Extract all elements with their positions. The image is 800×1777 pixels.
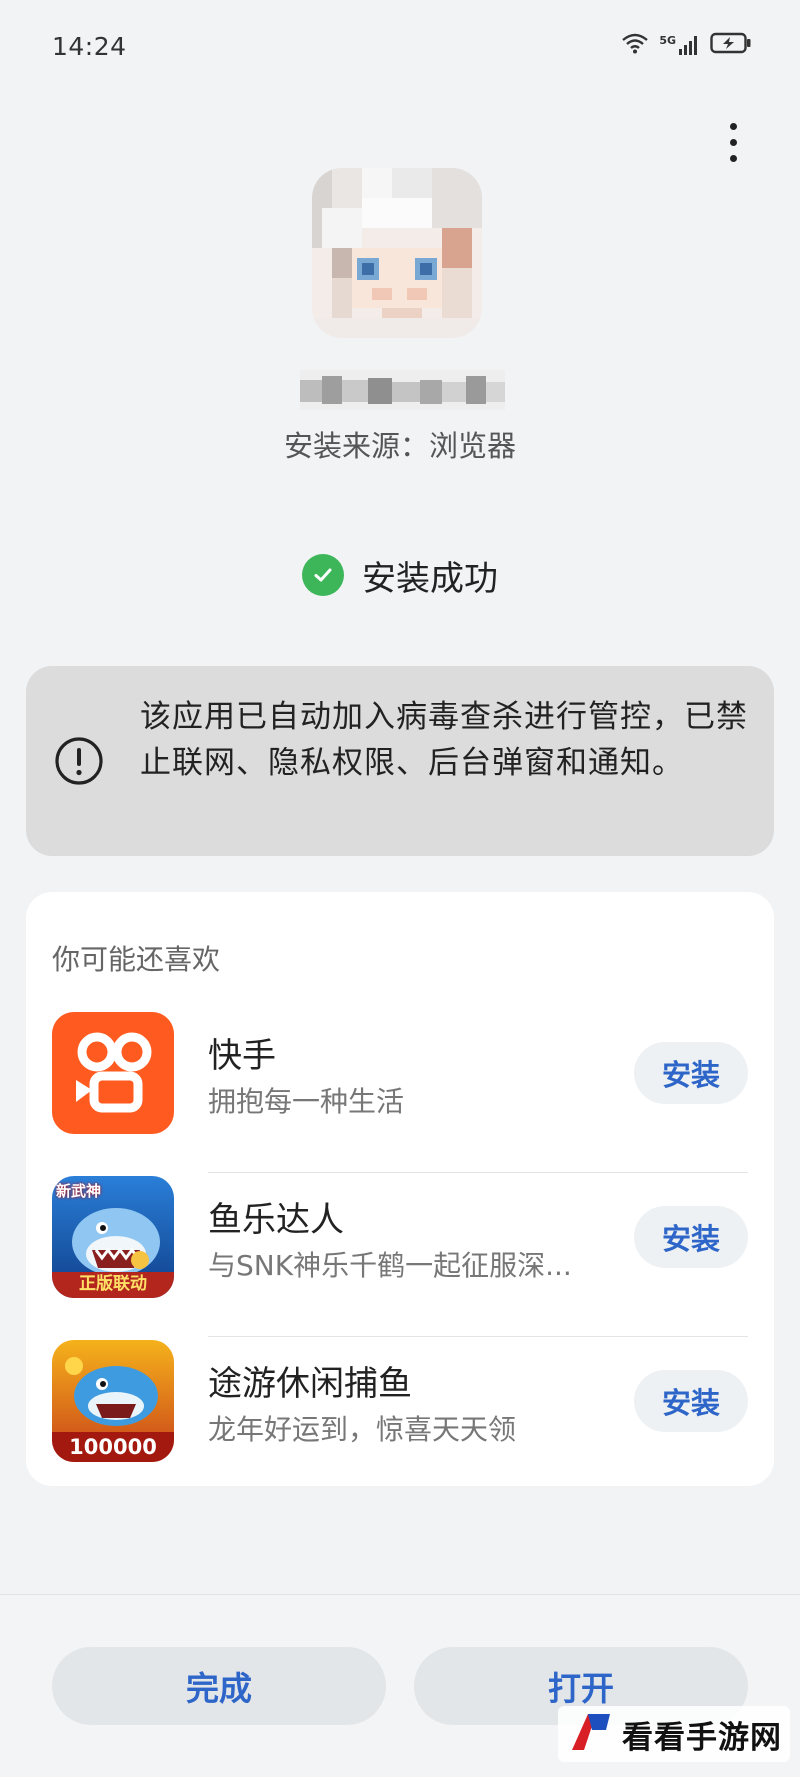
rec-app-name: 途游休闲捕鱼 <box>208 1364 412 1404</box>
divider <box>208 1336 748 1337</box>
list-item[interactable]: 100000 途游休闲捕鱼 龙年好运到，惊喜天天领 安装 <box>26 1340 774 1504</box>
divider <box>208 1172 748 1173</box>
app-icon-image <box>312 168 482 338</box>
badge-top: 新武神 <box>56 1182 102 1200</box>
check-circle-icon <box>302 554 344 596</box>
watermark-text: 看看手游网 <box>622 1719 782 1756</box>
app-icon <box>312 168 482 338</box>
more-options-button[interactable] <box>706 112 760 172</box>
warning-text: 该应用已自动加入病毒查杀进行管控，已禁止联网、隐私权限、后台弹窗和通知。 <box>140 699 748 781</box>
kuaishou-icon <box>52 1012 174 1134</box>
network-type-label: 5G <box>659 34 676 47</box>
install-button[interactable]: 安装 <box>634 1206 748 1268</box>
badge-bottom: 正版联动 <box>79 1274 147 1294</box>
recommendations-title: 你可能还喜欢 <box>52 943 221 976</box>
wifi-icon <box>621 32 649 58</box>
more-vertical-icon <box>729 122 737 130</box>
install-button[interactable]: 安装 <box>634 1042 748 1104</box>
battery-charging-icon <box>710 32 752 58</box>
watermark: 看看手游网 <box>558 1706 790 1762</box>
install-source: 安装来源：浏览器 <box>283 429 516 463</box>
exclamation-circle-icon <box>54 736 104 786</box>
rec-app-description: 拥抱每一种生活 <box>208 1085 405 1118</box>
watermark-logo-icon <box>566 1710 614 1758</box>
fish-game-icon: 新武神 正版联动 <box>52 1176 174 1298</box>
done-button[interactable]: 完成 <box>52 1647 386 1725</box>
rec-app-name: 快手 <box>208 1036 276 1076</box>
rec-app-description: 龙年好运到，惊喜天天领 <box>208 1413 517 1446</box>
badge-bottom: 100000 <box>69 1435 157 1459</box>
status-bar: 14:24 5G <box>0 0 800 96</box>
list-item[interactable]: 快手 拥抱每一种生活 安装 <box>26 1012 774 1176</box>
rec-app-name: 鱼乐达人 <box>208 1200 344 1240</box>
install-status: 安装成功 <box>0 550 800 600</box>
install-button[interactable]: 安装 <box>634 1370 748 1432</box>
install-status-text: 安装成功 <box>362 558 498 599</box>
status-icons: 5G <box>621 32 752 58</box>
recommendations-card: 你可能还喜欢 快手 拥抱每一种生活 安装 新武神 正版联动 鱼乐达人 与SNK神… <box>26 892 774 1486</box>
warning-card: 该应用已自动加入病毒查杀进行管控，已禁止联网、隐私权限、后台弹窗和通知。 <box>26 666 774 856</box>
signal-icon: 5G <box>659 34 700 56</box>
status-time: 14:24 <box>52 32 127 61</box>
fishing-game-icon: 100000 <box>52 1340 174 1462</box>
app-name-blurred <box>300 370 505 410</box>
list-item[interactable]: 新武神 正版联动 鱼乐达人 与SNK神乐千鹤一起征服深... 安装 <box>26 1176 774 1340</box>
rec-app-description: 与SNK神乐千鹤一起征服深... <box>208 1249 572 1282</box>
